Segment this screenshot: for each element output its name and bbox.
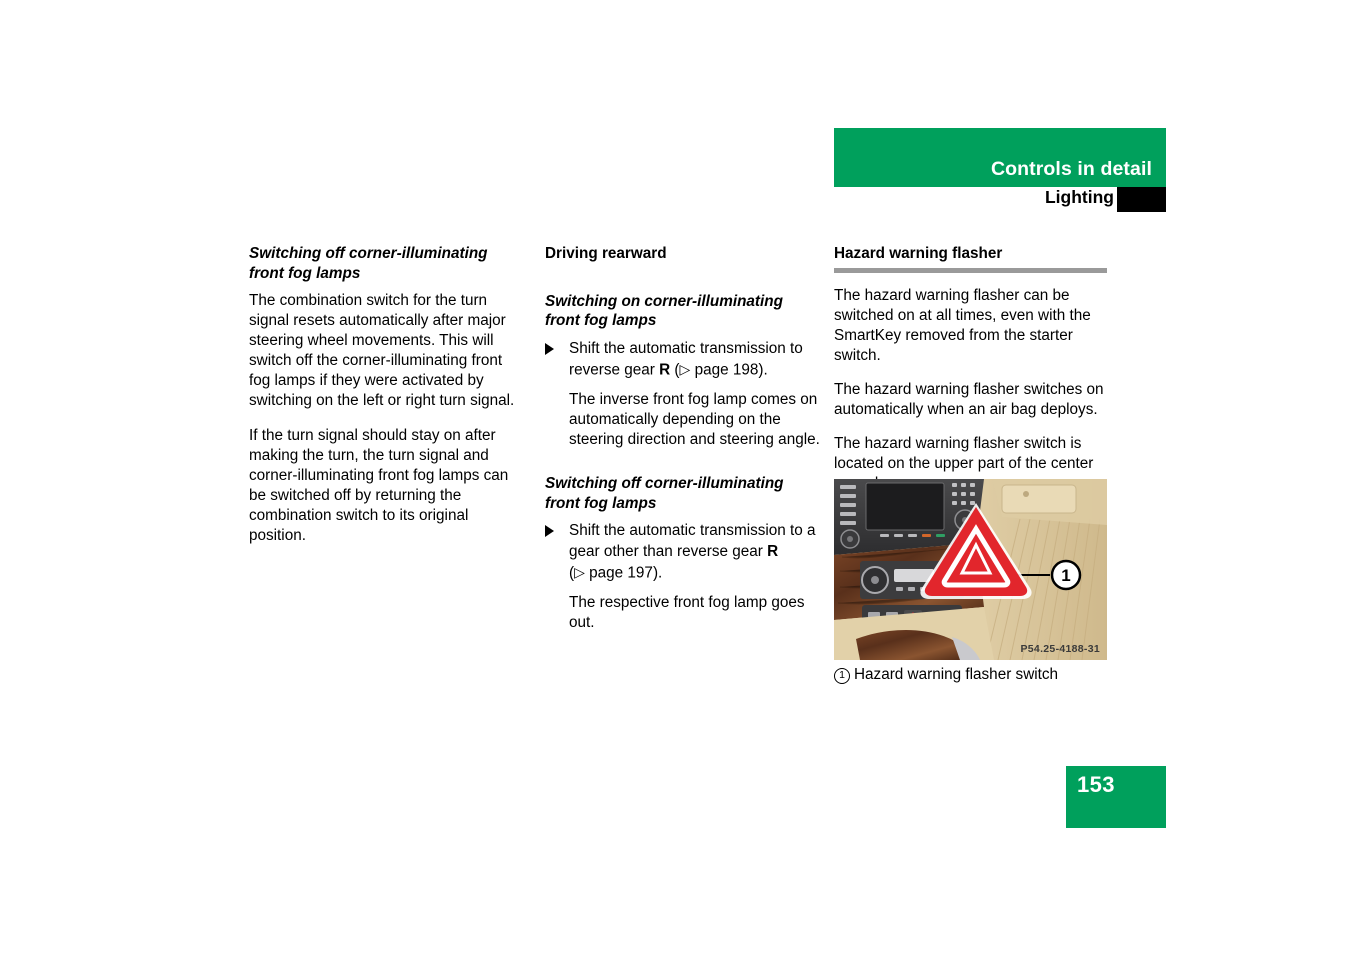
heading-divider bbox=[834, 267, 1107, 273]
column-left: Switching off corner-illuminating front … bbox=[249, 244, 525, 546]
callout-number-1: 1 bbox=[1050, 559, 1082, 591]
step-on-gear: R bbox=[659, 361, 671, 379]
column-middle: Driving rearward Switching on corner-ill… bbox=[545, 244, 821, 643]
step-switch-off-result: The respective front fog lamp goes out. bbox=[569, 594, 805, 632]
figure-image-code: P54.25-4188-31 bbox=[1020, 643, 1100, 655]
page-reference-triangle-icon: ▷ bbox=[679, 360, 691, 377]
center-console-photo: 1 P54.25-4188-31 bbox=[834, 479, 1107, 660]
manual-page: Controls in detail Lighting Switching of… bbox=[0, 0, 1351, 954]
figure-caption-number: 1 bbox=[834, 668, 850, 684]
section-title: Lighting bbox=[1044, 187, 1114, 207]
middle-subheading-switch-off: Switching off corner-illuminating front … bbox=[545, 475, 784, 512]
callout-number-1-label: 1 bbox=[1061, 566, 1070, 585]
middle-subheading-switch-on: Switching on corner-illuminating front f… bbox=[545, 292, 783, 330]
figure-caption: 1 Hazard warning flasher switch bbox=[834, 665, 1114, 685]
step-bullet-icon bbox=[545, 342, 554, 355]
left-paragraph-2: If the turn signal should stay on after … bbox=[249, 426, 509, 545]
right-paragraph-2: The hazard warning flasher switches on a… bbox=[834, 380, 1104, 418]
left-paragraph-1: The combination switch for the turn sign… bbox=[249, 292, 515, 410]
right-paragraph-1: The hazard warning flasher can be switch… bbox=[834, 286, 1091, 364]
column-right: Hazard warning flasher The hazard warnin… bbox=[834, 244, 1107, 494]
step-switch-off: Shift the automatic transmission to a ge… bbox=[545, 521, 821, 583]
chapter-header-band: Controls in detail bbox=[834, 128, 1166, 187]
middle-heading: Driving rearward bbox=[545, 245, 667, 262]
step-off-gear: R bbox=[767, 542, 779, 560]
step-switch-on: Shift the automatic transmission to reve… bbox=[545, 339, 821, 381]
section-header: Lighting bbox=[834, 187, 1166, 212]
step-on-text-b: ( bbox=[670, 361, 680, 379]
section-thumb-tab bbox=[1117, 187, 1166, 212]
step-off-page-ref: page 197). bbox=[584, 564, 663, 582]
page-number-block: 153 bbox=[1066, 766, 1166, 828]
right-heading: Hazard warning flasher bbox=[834, 245, 1003, 262]
figure-caption-text: Hazard warning flasher switch bbox=[854, 666, 1059, 683]
step-bullet-icon bbox=[545, 525, 554, 538]
page-number: 153 bbox=[1077, 772, 1115, 797]
step-off-text-a: Shift the automatic transmission to a ge… bbox=[569, 522, 816, 560]
step-switch-on-result: The inverse front fog lamp comes on auto… bbox=[569, 391, 820, 449]
page-reference-triangle-icon: ▷ bbox=[574, 563, 585, 580]
center-console-figure: 1 P54.25-4188-31 bbox=[834, 479, 1107, 660]
left-heading: Switching off corner-illuminating front … bbox=[249, 245, 488, 282]
step-on-page-ref: page 198). bbox=[690, 361, 768, 379]
chapter-title: Controls in detail bbox=[990, 158, 1152, 180]
